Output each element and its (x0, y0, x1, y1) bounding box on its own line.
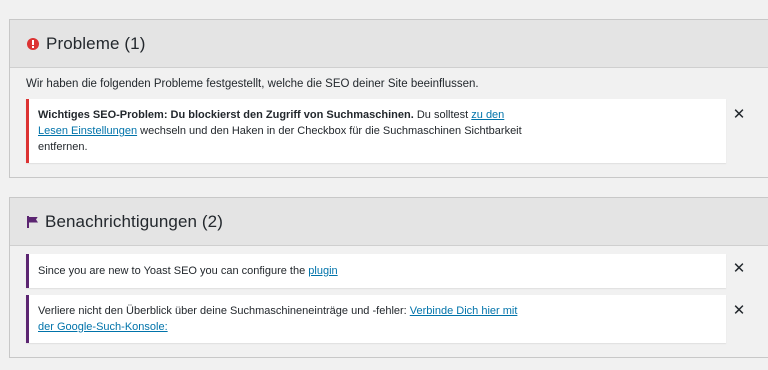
flag-icon (27, 215, 38, 228)
plugin-link[interactable]: plugin (308, 265, 337, 277)
close-icon[interactable]: ✕ (732, 107, 746, 122)
notice-text: Verliere nicht den Überblick über deine … (38, 305, 410, 317)
reading-settings-link[interactable]: Lesen Einstellungen (38, 125, 137, 137)
notice-line: Verliere nicht den Überblick über deine … (38, 303, 716, 319)
notice-line: der Google-Such-Konsole: (38, 319, 716, 335)
notice-line: Lesen Einstellungen wechseln und den Hak… (38, 123, 716, 139)
notice-bold-text: Wichtiges SEO-Problem: Du blockierst den… (38, 109, 414, 121)
notice-text: Since you are new to Yoast SEO you can c… (38, 265, 309, 277)
problems-panel: Probleme (1) Wir haben die folgenden Pro… (9, 19, 768, 178)
notice-text: Du solltest (413, 109, 472, 121)
yoast-config-notice: Since you are new to Yoast SEO you can c… (26, 254, 726, 288)
notifications-panel: Benachrichtigungen (2) Since you are new… (9, 197, 768, 358)
close-icon[interactable]: ✕ (732, 261, 746, 276)
problems-title: Probleme (1) (46, 33, 146, 53)
search-console-link[interactable]: Verbinde Dich hier mit (410, 305, 518, 317)
problems-intro: Wir haben die folgenden Probleme festges… (26, 78, 479, 90)
exclamation-circle-icon (27, 37, 39, 50)
search-console-link[interactable]: der Google-Such-Konsole: (38, 321, 168, 333)
notifications-title: Benachrichtigungen (2) (45, 211, 223, 231)
notice-line: Wichtiges SEO-Problem: Du blockierst den… (38, 107, 716, 123)
notice-text: wechseln und den Haken in der Checkbox f… (137, 125, 522, 137)
seo-problem-notice: Wichtiges SEO-Problem: Du blockierst den… (26, 99, 726, 163)
search-console-notice: Verliere nicht den Überblick über deine … (26, 295, 726, 343)
reading-settings-link[interactable]: zu den (471, 109, 504, 121)
problems-header: Probleme (1) (10, 20, 768, 68)
close-icon[interactable]: ✕ (732, 303, 746, 318)
notifications-header: Benachrichtigungen (2) (10, 198, 768, 246)
notice-line: entfernen. (38, 141, 88, 153)
